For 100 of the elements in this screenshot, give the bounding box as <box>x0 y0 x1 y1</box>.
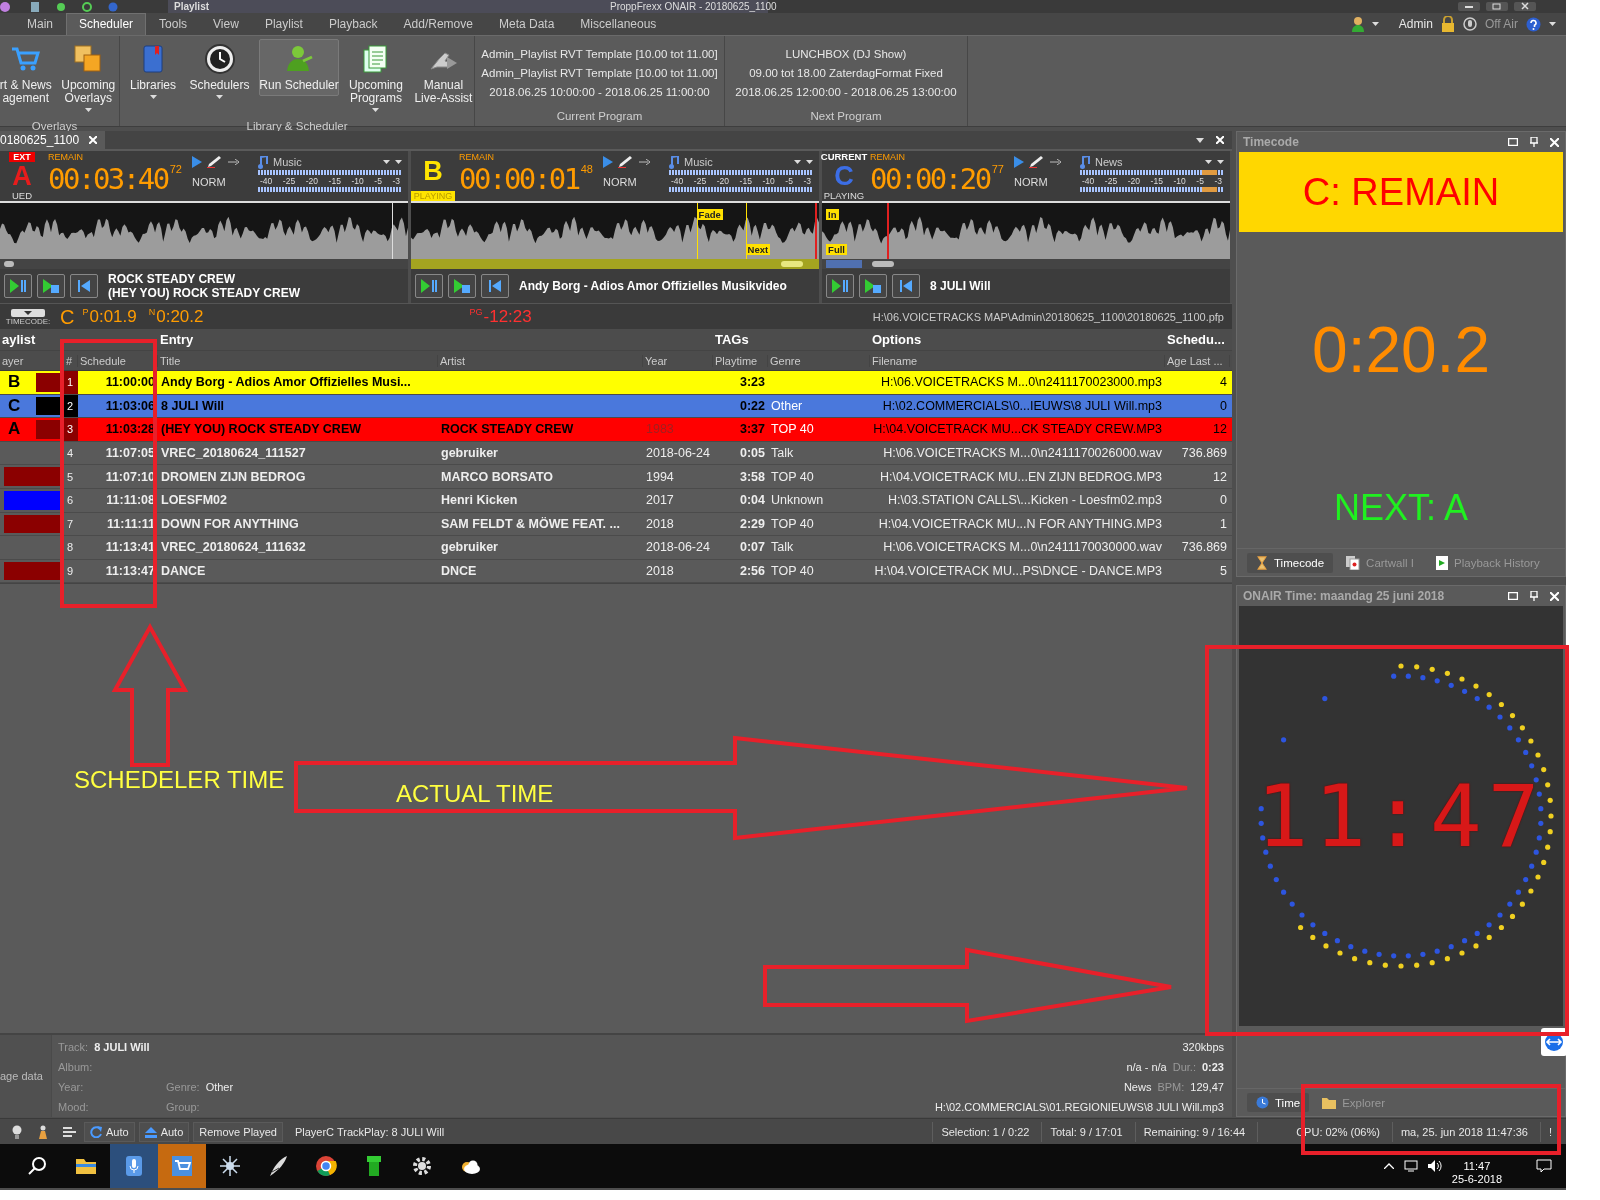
menu-tab[interactable]: Main <box>14 13 66 35</box>
menu-tab[interactable]: View <box>200 13 252 35</box>
row-number: 8 <box>66 540 75 556</box>
document-icon[interactable] <box>30 1 40 12</box>
menu-tab[interactable]: Tools <box>146 13 201 35</box>
field-label: Group: <box>166 1101 200 1113</box>
toolbar-button[interactable]: Remove Played <box>193 1121 283 1142</box>
ribbon-button[interactable]: rt & News agement <box>0 39 56 109</box>
playlist-row[interactable]: C 2 11:03:06 8 JULI Will 0:22 Other H:\02.COMMERCIALS\0...IEUWS\8 JULI Will.mp3 0 <box>0 394 1232 419</box>
toolbar-button[interactable]: Auto <box>84 1121 135 1142</box>
ribbon-button[interactable]: Run Scheduler <box>259 39 340 96</box>
speaker-icon[interactable] <box>1427 1160 1442 1172</box>
ribbon-button[interactable]: Schedulers <box>188 39 251 107</box>
caret-icon[interactable] <box>1196 137 1204 143</box>
playlist-row[interactable]: 5 11:07:10 DROMEN ZIJN BEDROG MARCO BORSATO 1994 3:58 TOP 40 H:\04.VOICETRACK MU...EN ZIJN BEDROG.MP3 12 <box>0 465 1232 489</box>
scroll-bar[interactable] <box>822 259 1230 269</box>
pause-button[interactable] <box>826 274 854 298</box>
close-icon[interactable] <box>1216 136 1224 144</box>
column-header[interactable]: Year <box>643 354 713 367</box>
collapse-icon[interactable] <box>11 308 45 317</box>
ribbon-button[interactable]: Manual Live-Assist <box>412 39 474 109</box>
ribbon-button[interactable]: Upcoming Programs <box>347 39 405 120</box>
play-button[interactable] <box>859 274 887 298</box>
banner-text: C: REMAIN <box>1302 170 1500 214</box>
pencil-icon[interactable] <box>1029 156 1045 168</box>
file-name: H:\04.VOICETRACK MU...EN ZIJN BEDROG.MP3 <box>879 468 1163 486</box>
column-header[interactable]: Schedule <box>78 354 158 367</box>
play-icon[interactable] <box>192 156 202 168</box>
playlist-row[interactable]: A 3 11:03:28 (HEY YOU) ROCK STEADY CREW ROCK STEADY CREW 1983 3:37 TOP 40 H:\04.VOICETRACK MU...CK STEADY CREW.MP3 12 <box>0 418 1232 442</box>
field-value: Other <box>205 1081 234 1093</box>
meter-tick: -25 <box>282 176 296 186</box>
schedule-time: 11:03:28 <box>104 421 156 439</box>
scroll-bar[interactable] <box>0 259 408 269</box>
microphone-icon[interactable] <box>1462 17 1477 31</box>
playlist-row[interactable]: 4 11:07:05 VREC_20180624_111527 gebruiker 2018-06-24 0:05 Talk H:\06.VOICETRACKS M...0\n2411170026000.wav 736.869 <box>0 441 1232 466</box>
panel-tab[interactable]: Timecode <box>1247 552 1334 573</box>
column-header[interactable]: Age Last ... <box>1165 354 1230 367</box>
rewind-button[interactable] <box>892 274 920 298</box>
menu-tab[interactable]: Scheduler <box>66 13 147 35</box>
play-button[interactable] <box>37 274 65 298</box>
close-icon[interactable] <box>1550 137 1559 147</box>
playlist-row[interactable]: 8 11:13:41 VREC_20180624_111632 gebruiker 2018-06-24 0:07 Talk H:\06.VOICETRACKS M...0\n2411170030000.wav 736.869 <box>0 536 1232 560</box>
arrow-icon[interactable] <box>639 159 651 165</box>
pause-button[interactable] <box>4 274 32 298</box>
close-icon[interactable] <box>1514 2 1536 11</box>
toolbar-button[interactable]: Auto <box>138 1121 190 1142</box>
menu-tab[interactable]: Playback <box>315 13 391 35</box>
pencil-icon[interactable] <box>207 156 223 168</box>
caret-icon <box>1371 22 1379 26</box>
column-header[interactable]: Filename <box>870 354 1165 367</box>
pencil-icon[interactable] <box>618 156 634 168</box>
alert-indicator[interactable]: ! <box>1539 1121 1566 1142</box>
maximize-icon[interactable] <box>1508 138 1518 146</box>
restore-icon[interactable] <box>1486 2 1508 11</box>
playlist-row[interactable]: B 1 11:00:00 Andy Borg - Adios Amor Offizielles Musi... 3:23 H:\06.VOICETRACKS M...0\n2411170023000.mp3 4 <box>0 371 1232 395</box>
playlist-row[interactable]: 6 11:11:08 LOESFM02 Henri Kicken 2017 0:04 Unknown H:\03.STATION CALLS\...Kicken - Loesfm02.mp3 0 <box>0 488 1232 513</box>
notification-icon[interactable] <box>1536 1159 1552 1173</box>
menu-tab[interactable]: Miscellaneous <box>567 13 670 35</box>
help-icon[interactable] <box>1526 16 1541 32</box>
menu-tab[interactable]: Add/Remove <box>390 13 486 35</box>
column-header[interactable]: Genre <box>768 354 870 367</box>
chevron-up-icon[interactable] <box>1383 1163 1394 1169</box>
meter-tick: -3 <box>803 176 811 186</box>
close-icon[interactable] <box>89 136 98 144</box>
menu-tab[interactable]: Meta Data <box>485 13 568 35</box>
lock-icon[interactable] <box>1440 16 1455 32</box>
column-header[interactable]: Playtime <box>713 354 768 367</box>
play-icon[interactable] <box>1014 156 1024 168</box>
minimize-icon[interactable] <box>1458 2 1480 11</box>
pin-icon[interactable] <box>1530 591 1538 601</box>
user-icon[interactable] <box>1351 16 1364 32</box>
maximize-icon[interactable] <box>1508 592 1518 600</box>
play-button[interactable] <box>448 274 476 298</box>
cart-taskbar-button[interactable] <box>158 1144 206 1188</box>
playtime: 0:22 <box>738 397 766 415</box>
context-tab[interactable]: Playlist <box>174 0 610 13</box>
pause-button[interactable] <box>415 274 443 298</box>
column-header[interactable]: Artist <box>438 354 643 367</box>
rewind-icon <box>78 280 90 292</box>
column-header[interactable]: ayer <box>0 354 64 367</box>
panel-tab[interactable]: Time <box>1247 1093 1310 1112</box>
pin-icon[interactable] <box>1530 137 1538 147</box>
microphone-taskbar-button[interactable] <box>110 1144 158 1188</box>
ribbon-button[interactable]: Upcoming Overlays <box>57 39 119 120</box>
menu-tab[interactable]: Playlist <box>251 13 316 35</box>
play-icon[interactable] <box>603 156 613 168</box>
column-header[interactable]: # <box>64 354 78 367</box>
rewind-button[interactable] <box>481 274 509 298</box>
rewind-button[interactable] <box>70 274 98 298</box>
arrow-icon[interactable] <box>228 159 240 165</box>
ribbon-button[interactable]: Libraries <box>126 39 180 107</box>
track-title: 8 JULI Will <box>160 397 226 415</box>
year: 2018-06-24 <box>645 539 711 557</box>
close-icon[interactable] <box>1550 591 1559 601</box>
arrow-icon[interactable] <box>1050 159 1062 165</box>
scroll-bar[interactable] <box>411 259 819 269</box>
column-group-header: TAGs <box>714 332 750 347</box>
playlist-row[interactable]: 7 11:11:11 DOWN FOR ANYTHING SAM FELDT & MÖWE FEAT. ... 2018 2:29 TOP 40 H:\04.VOICETRACK MU...N FOR ANYTHING.MP3 1 <box>0 512 1232 537</box>
column-header[interactable]: Title <box>158 354 438 367</box>
document-tab[interactable]: 0180625_1100 <box>0 131 106 149</box>
